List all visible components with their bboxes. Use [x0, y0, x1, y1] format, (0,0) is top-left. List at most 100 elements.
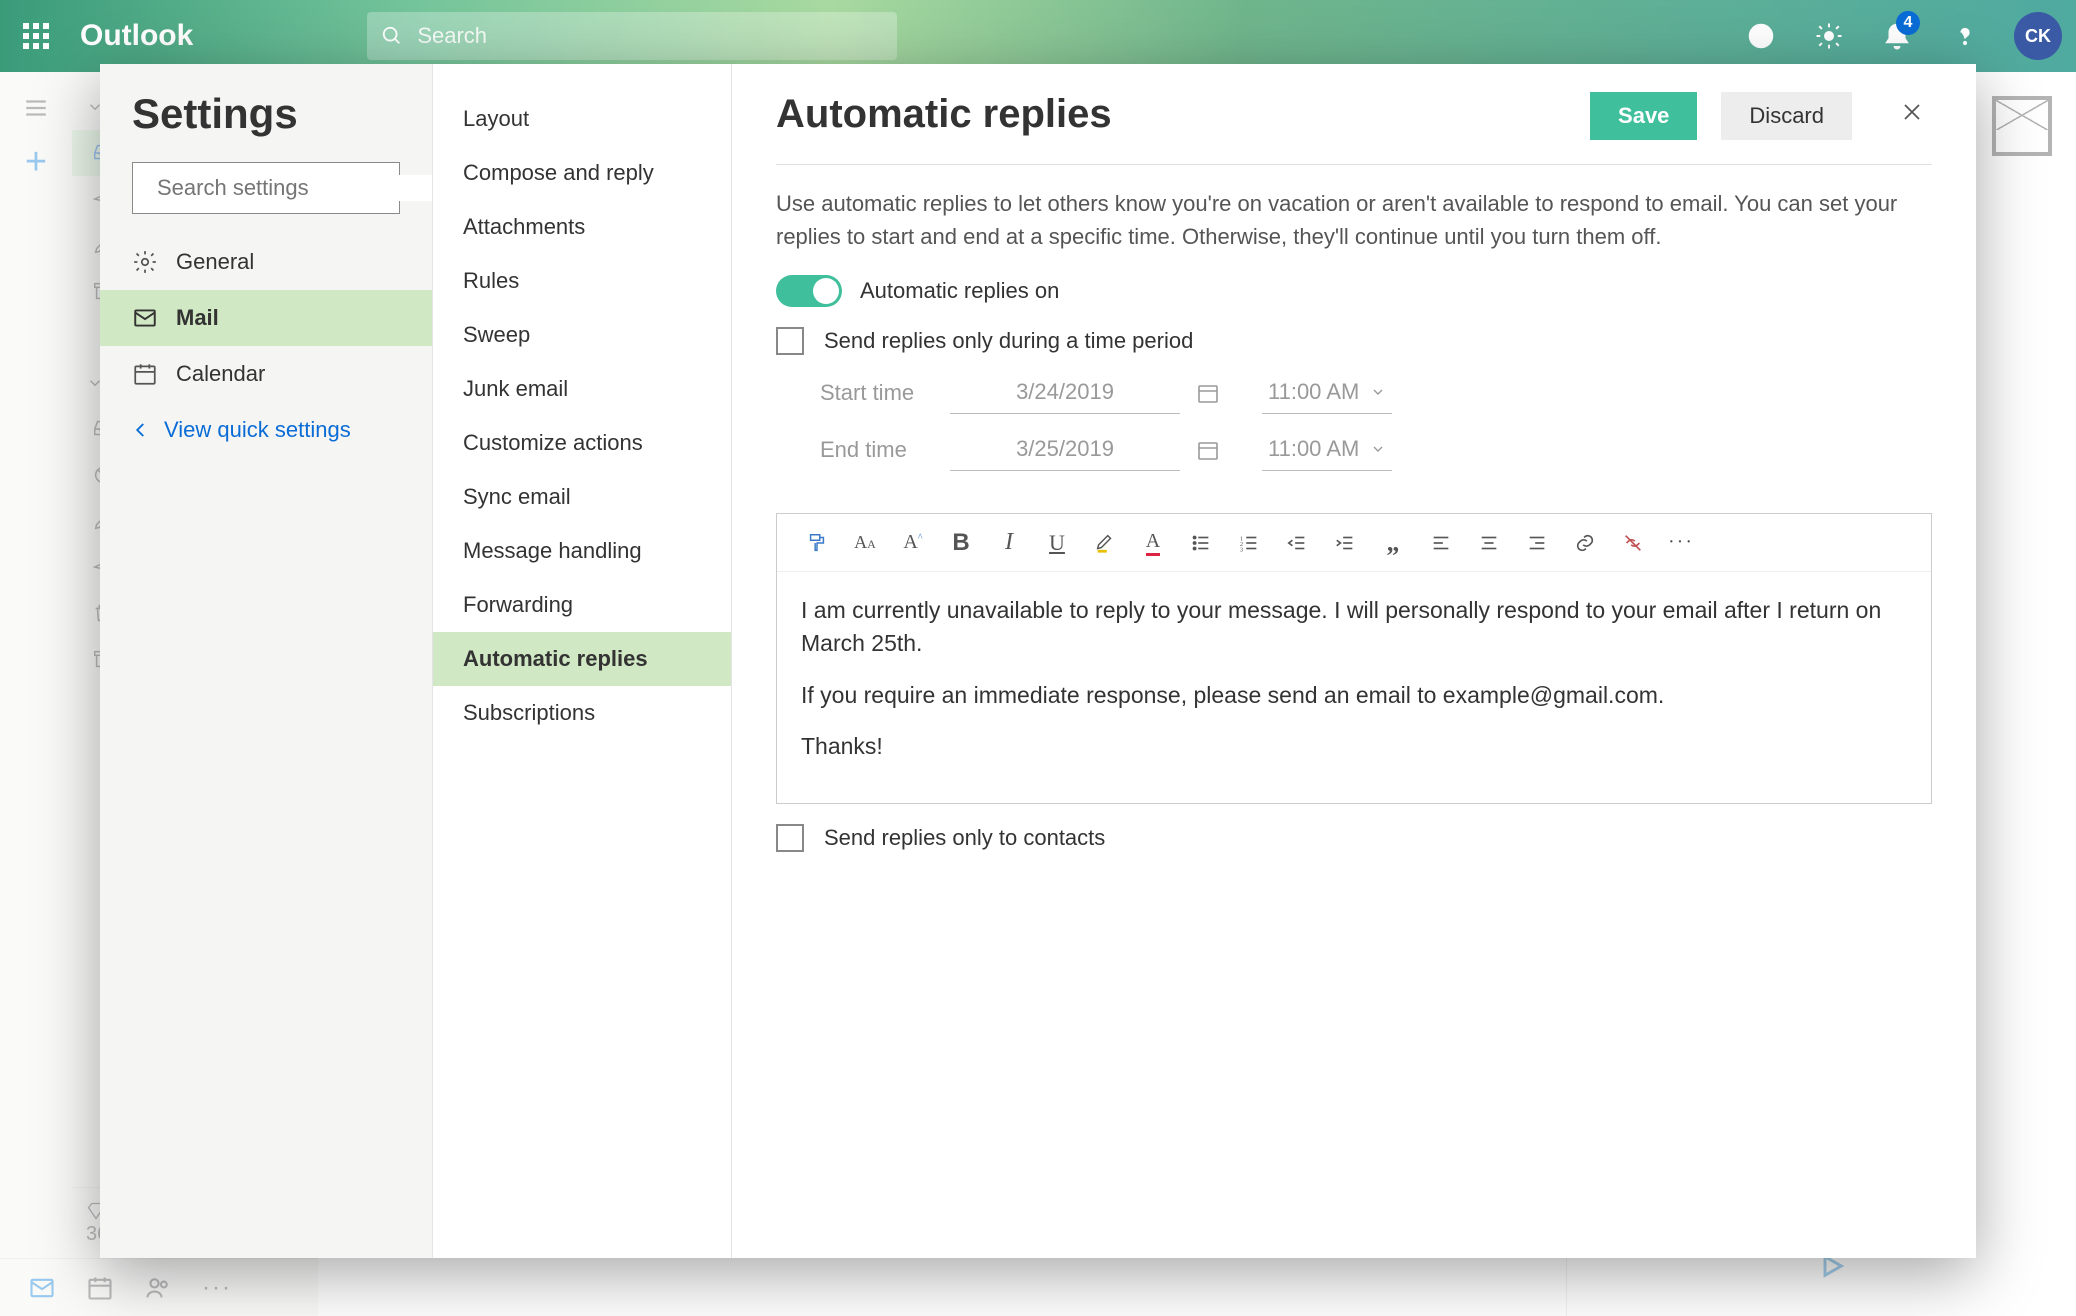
- settings-search[interactable]: [132, 162, 400, 214]
- settings-category-mail[interactable]: Mail: [100, 290, 432, 346]
- sub-label: Layout: [463, 106, 529, 132]
- sub-sweep[interactable]: Sweep: [433, 308, 731, 362]
- notification-badge: 4: [1896, 11, 1920, 35]
- start-date-picker[interactable]: [1192, 377, 1224, 409]
- sub-label: Compose and reply: [463, 160, 654, 186]
- start-date-input[interactable]: [950, 371, 1180, 414]
- sub-subscriptions[interactable]: Subscriptions: [433, 686, 731, 740]
- align-left-button[interactable]: [1421, 523, 1461, 563]
- sub-layout[interactable]: Layout: [433, 92, 731, 146]
- category-label: Calendar: [176, 361, 265, 387]
- view-quick-settings[interactable]: View quick settings: [100, 402, 432, 458]
- align-center-button[interactable]: [1469, 523, 1509, 563]
- mail-icon: [132, 305, 158, 331]
- format-painter-button[interactable]: [797, 523, 837, 563]
- editor-textarea[interactable]: I am currently unavailable to reply to y…: [777, 572, 1931, 803]
- unlink-button[interactable]: [1613, 523, 1653, 563]
- sub-sync-email[interactable]: Sync email: [433, 470, 731, 524]
- auto-replies-toggle[interactable]: [776, 275, 842, 307]
- app-launcher-icon: [23, 23, 49, 49]
- brand-label: Outlook: [72, 19, 217, 53]
- back-label: View quick settings: [164, 417, 351, 443]
- sub-automatic-replies[interactable]: Automatic replies: [433, 632, 731, 686]
- outdent-icon: [1286, 532, 1308, 554]
- sub-message-handling[interactable]: Message handling: [433, 524, 731, 578]
- sub-label: Sweep: [463, 322, 530, 348]
- end-time-select[interactable]: 11:00 AM: [1262, 428, 1392, 471]
- sub-label: Forwarding: [463, 592, 573, 618]
- link-button[interactable]: [1565, 523, 1605, 563]
- font-size-button[interactable]: A^: [893, 523, 933, 563]
- chevron-left-icon: [132, 421, 150, 439]
- category-label: General: [176, 249, 254, 275]
- sub-compose[interactable]: Compose and reply: [433, 146, 731, 200]
- time-period-checkbox-row: Send replies only during a time period: [776, 327, 1932, 355]
- align-right-icon: [1526, 532, 1548, 554]
- discard-button[interactable]: Discard: [1721, 92, 1852, 140]
- sub-label: Automatic replies: [463, 646, 648, 672]
- bullet-list-button[interactable]: [1181, 523, 1221, 563]
- skype-button[interactable]: [1732, 7, 1790, 65]
- font-color-icon: A: [1146, 530, 1160, 556]
- contacts-only-checkbox[interactable]: [776, 824, 804, 852]
- sub-rules[interactable]: Rules: [433, 254, 731, 308]
- search-icon: [381, 25, 403, 47]
- gear-icon: [132, 249, 158, 275]
- indent-icon: [1334, 532, 1356, 554]
- outdent-button[interactable]: [1277, 523, 1317, 563]
- category-label: Mail: [176, 305, 219, 331]
- sub-label: Sync email: [463, 484, 571, 510]
- quote-icon: „: [1387, 528, 1400, 558]
- global-search-input[interactable]: [417, 23, 883, 49]
- global-search[interactable]: [367, 12, 897, 60]
- notifications-button[interactable]: 4: [1868, 7, 1926, 65]
- toggle-label: Automatic replies on: [860, 278, 1059, 304]
- editor-toolbar: AA A^ B I U A 123 „ ···: [777, 514, 1931, 572]
- settings-button[interactable]: [1800, 7, 1858, 65]
- font-color-button[interactable]: A: [1133, 523, 1173, 563]
- quote-button[interactable]: „: [1373, 523, 1413, 563]
- auto-replies-toggle-row: Automatic replies on: [776, 275, 1932, 307]
- close-button[interactable]: [1892, 92, 1932, 132]
- contacts-only-row: Send replies only to contacts: [776, 824, 1932, 852]
- sub-forwarding[interactable]: Forwarding: [433, 578, 731, 632]
- bold-button[interactable]: B: [941, 523, 981, 563]
- editor-paragraph: I am currently unavailable to reply to y…: [801, 594, 1907, 661]
- svg-text:3: 3: [1240, 546, 1243, 553]
- account-avatar[interactable]: CK: [2014, 12, 2062, 60]
- start-time-select[interactable]: 11:00 AM: [1262, 371, 1392, 414]
- align-right-button[interactable]: [1517, 523, 1557, 563]
- settings-category-calendar[interactable]: Calendar: [100, 346, 432, 402]
- number-list-button[interactable]: 123: [1229, 523, 1269, 563]
- indent-button[interactable]: [1325, 523, 1365, 563]
- align-left-icon: [1430, 532, 1452, 554]
- sub-label: Subscriptions: [463, 700, 595, 726]
- end-time-row: End time 11:00 AM: [820, 428, 1932, 471]
- time-period-checkbox[interactable]: [776, 327, 804, 355]
- calendar-icon: [1196, 438, 1220, 462]
- settings-title: Settings: [100, 82, 432, 162]
- pane-header: Automatic replies Save Discard: [776, 92, 1932, 165]
- pane-description: Use automatic replies to let others know…: [776, 187, 1932, 253]
- sub-junk[interactable]: Junk email: [433, 362, 731, 416]
- highlight-button[interactable]: [1085, 523, 1125, 563]
- time-value: 11:00 AM: [1268, 379, 1359, 405]
- app-launcher-button[interactable]: [0, 0, 72, 72]
- sub-attachments[interactable]: Attachments: [433, 200, 731, 254]
- save-button[interactable]: Save: [1590, 92, 1697, 140]
- gear-icon: [1814, 21, 1844, 51]
- help-button[interactable]: [1936, 7, 1994, 65]
- settings-category-general[interactable]: General: [100, 234, 432, 290]
- font-family-button[interactable]: AA: [845, 523, 885, 563]
- checkbox-label: Send replies only during a time period: [824, 328, 1193, 354]
- settings-search-input[interactable]: [157, 175, 445, 201]
- settings-sidebar: Settings General Mail Calendar View quic…: [100, 64, 432, 1258]
- sub-label: Customize actions: [463, 430, 643, 456]
- end-date-picker[interactable]: [1192, 434, 1224, 466]
- end-date-input[interactable]: [950, 428, 1180, 471]
- italic-button[interactable]: I: [989, 523, 1029, 563]
- sub-customize-actions[interactable]: Customize actions: [433, 416, 731, 470]
- toolbar-more-button[interactable]: ···: [1661, 523, 1701, 563]
- editor-paragraph: Thanks!: [801, 730, 1907, 763]
- underline-button[interactable]: U: [1037, 523, 1077, 563]
